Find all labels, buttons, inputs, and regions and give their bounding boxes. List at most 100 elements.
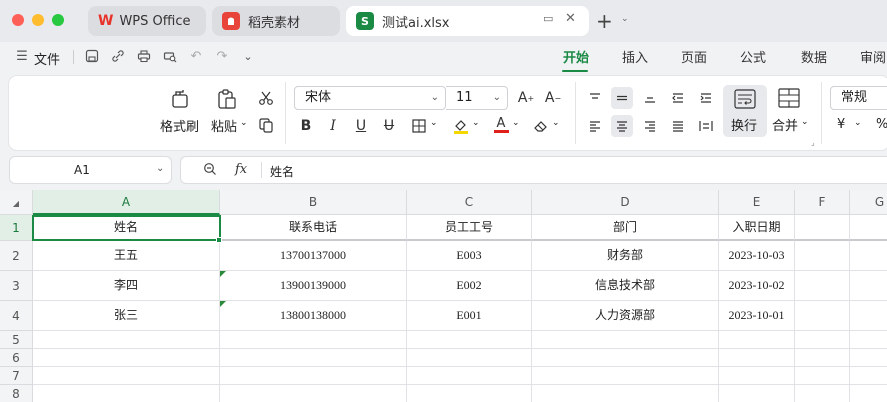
column-header-d[interactable]: D	[532, 190, 719, 215]
fill-handle[interactable]	[216, 237, 222, 243]
percent-format-icon[interactable]: %	[876, 117, 887, 132]
column-header-c[interactable]: C	[407, 190, 532, 215]
number-stored-as-text-indicator[interactable]	[220, 271, 226, 277]
empty-cell[interactable]	[220, 367, 407, 385]
currency-format-icon[interactable]: ¥	[837, 117, 845, 132]
cell-c3[interactable]: E002	[407, 271, 532, 301]
fx-icon[interactable]: fx	[235, 162, 247, 177]
cell-b1[interactable]: 联系电话	[220, 215, 407, 241]
tab-formula[interactable]: 公式	[740, 47, 766, 66]
tab-page[interactable]: 页面	[681, 47, 707, 66]
fill-color-icon[interactable]	[450, 115, 472, 137]
name-box[interactable]: A1 ⌄	[9, 156, 172, 184]
font-size-select[interactable]: 11 ⌄	[446, 86, 508, 110]
align-right-icon[interactable]	[639, 115, 661, 137]
paste-icon[interactable]	[214, 86, 240, 112]
cell-g2[interactable]	[850, 241, 887, 271]
chevron-down-icon[interactable]: ⌄	[854, 118, 862, 128]
distributed-align-icon[interactable]	[695, 115, 717, 137]
empty-cell[interactable]	[719, 385, 795, 402]
empty-cell[interactable]	[719, 349, 795, 367]
hamburger-menu-icon[interactable]: ☰	[14, 49, 30, 65]
cell-g3[interactable]	[850, 271, 887, 301]
new-tab-icon[interactable]: +	[596, 9, 613, 33]
align-middle-icon[interactable]	[611, 87, 633, 109]
empty-cell[interactable]	[33, 331, 220, 349]
row-header-8[interactable]: 8	[0, 385, 33, 402]
cell-a3[interactable]: 李四	[33, 271, 220, 301]
bold-icon[interactable]: B	[295, 115, 317, 137]
chevron-down-icon[interactable]: ⌄	[430, 118, 438, 128]
align-left-icon[interactable]	[584, 115, 606, 137]
tab-home[interactable]: 开始	[563, 47, 589, 66]
cell-e4[interactable]: 2023-10-01	[719, 301, 795, 331]
file-menu[interactable]: 文件	[34, 49, 60, 68]
save-icon[interactable]	[84, 49, 100, 65]
align-bottom-icon[interactable]	[639, 87, 661, 109]
cell-b2[interactable]: 13700137000	[220, 241, 407, 271]
cell-e1[interactable]: 入职日期	[719, 215, 795, 241]
minimize-window-button[interactable]	[32, 14, 44, 26]
format-painter-button[interactable]: 格式刷	[160, 116, 199, 135]
window-mode-icon[interactable]: ▭	[543, 12, 553, 25]
italic-icon[interactable]: I	[322, 115, 344, 137]
paste-button[interactable]: 粘贴	[211, 116, 237, 135]
align-center-icon[interactable]	[611, 115, 633, 137]
number-stored-as-text-indicator[interactable]	[220, 301, 226, 307]
empty-cell[interactable]	[795, 367, 850, 385]
empty-cell[interactable]	[407, 349, 532, 367]
row-header-3[interactable]: 3	[0, 271, 33, 301]
chevron-down-icon[interactable]: ⌄	[240, 118, 248, 128]
borders-icon[interactable]	[408, 115, 430, 137]
cell-e2[interactable]: 2023-10-03	[719, 241, 795, 271]
tab-insert[interactable]: 插入	[622, 47, 648, 66]
row-header-6[interactable]: 6	[0, 349, 33, 367]
cell-a1[interactable]: 姓名	[33, 215, 220, 241]
chevron-down-icon[interactable]: ⌄	[552, 118, 560, 128]
empty-cell[interactable]	[719, 331, 795, 349]
format-painter-icon[interactable]	[167, 86, 193, 112]
row-header-7[interactable]: 7	[0, 367, 33, 385]
undo-icon[interactable]: ↶	[188, 49, 204, 65]
tab-docer[interactable]: 稻壳素材	[212, 6, 340, 36]
cell-a4[interactable]: 张三	[33, 301, 220, 331]
row-header-4[interactable]: 4	[0, 301, 33, 331]
row-header-2[interactable]: 2	[0, 241, 33, 271]
empty-cell[interactable]	[407, 385, 532, 402]
chevron-down-icon[interactable]: ⌄	[801, 117, 809, 127]
increase-font-size-icon[interactable]: A +	[515, 87, 537, 109]
cell-c4[interactable]: E001	[407, 301, 532, 331]
tab-test-xlsx[interactable]: S 测试ai.xlsx ▭ ✕	[346, 6, 589, 36]
column-header-f[interactable]: F	[795, 190, 850, 215]
align-top-icon[interactable]	[584, 87, 606, 109]
print-preview-icon[interactable]	[162, 49, 178, 65]
close-tab-icon[interactable]: ✕	[565, 11, 576, 26]
empty-cell[interactable]	[220, 331, 407, 349]
empty-cell[interactable]	[850, 385, 887, 402]
empty-cell[interactable]	[532, 367, 719, 385]
tab-wps-office[interactable]: W WPS Office	[88, 6, 206, 36]
empty-cell[interactable]	[532, 385, 719, 402]
cell-e3[interactable]: 2023-10-02	[719, 271, 795, 301]
font-color-icon[interactable]: A	[490, 114, 512, 136]
row-header-5[interactable]: 5	[0, 331, 33, 349]
empty-cell[interactable]	[33, 385, 220, 402]
cell-g4[interactable]	[850, 301, 887, 331]
font-name-select[interactable]: 宋体 ⌄	[294, 86, 446, 110]
wrap-text-button[interactable]: 换行	[723, 85, 767, 137]
link-icon[interactable]	[110, 49, 126, 65]
select-all-corner[interactable]: ◢	[0, 190, 33, 215]
empty-cell[interactable]	[220, 385, 407, 402]
cell-b4[interactable]: 13800138000	[220, 301, 407, 331]
cell-d1[interactable]: 部门	[532, 215, 719, 241]
empty-cell[interactable]	[220, 349, 407, 367]
cell-a2[interactable]: 王五	[33, 241, 220, 271]
row-header-1[interactable]: 1	[0, 215, 33, 241]
cell-f2[interactable]	[795, 241, 850, 271]
chevron-down-icon[interactable]: ⌄	[621, 14, 629, 24]
redo-icon[interactable]: ↷	[214, 49, 230, 65]
strikethrough-icon[interactable]: U	[378, 115, 400, 137]
print-icon[interactable]	[136, 49, 152, 65]
zoom-formula-icon[interactable]	[203, 162, 217, 179]
formula-input[interactable]: fx 姓名	[180, 156, 887, 184]
